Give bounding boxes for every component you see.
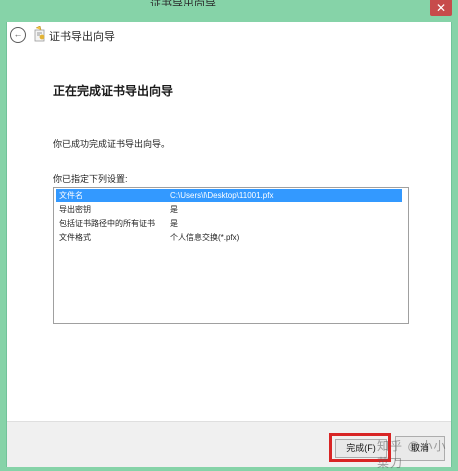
setting-value: 个人信息交换(*.pfx) [170,233,240,242]
wizard-content: 正在完成证书导出向导 你已成功完成证书导出向导。 你已指定下列设置: 文件名 C… [7,48,451,421]
wizard-window: ← 证书导出向导 正在完成证书导出向导 你已成功完成证书导出向导。 你已指定下列… [6,22,452,470]
settings-row-include-chain[interactable]: 包括证书路径中的所有证书 是 [56,217,402,230]
watermark: 知乎 @小小菜刀 [377,439,447,470]
success-message: 你已成功完成证书导出向导。 [53,139,171,149]
wizard-footer: 完成(F) 取消 知乎 @小小菜刀 [7,421,451,470]
settings-row-export-key[interactable]: 导出密钥 是 [56,203,402,216]
settings-row-file-format[interactable]: 文件格式 个人信息交换(*.pfx) [56,231,402,244]
settings-list[interactable]: 文件名 C:\Users\l\Desktop\11001.pfx 导出密钥 是 … [53,187,409,324]
setting-value: C:\Users\l\Desktop\11001.pfx [170,191,274,200]
title-bar: 证书导出向导 ✕ [0,0,458,22]
certificate-wizard-icon [34,26,45,42]
setting-value: 是 [170,205,178,214]
close-button[interactable]: ✕ [430,0,452,16]
wizard-nav-bar: ← 证书导出向导 [7,22,451,48]
setting-key: 包括证书路径中的所有证书 [59,219,155,228]
setting-value: 是 [170,219,178,228]
wizard-title: 证书导出向导 [49,31,115,43]
back-arrow-icon: ← [13,29,23,39]
window-title: 证书导出向导 [150,0,216,6]
setting-key: 文件名 [59,191,83,200]
settings-label: 你已指定下列设置: [53,174,128,184]
close-icon: ✕ [435,1,447,15]
back-button[interactable]: ← [10,27,26,43]
page-heading: 正在完成证书导出向导 [53,84,174,98]
setting-key: 导出密钥 [59,205,91,214]
setting-key: 文件格式 [59,233,91,242]
settings-row-filename[interactable]: 文件名 C:\Users\l\Desktop\11001.pfx [56,189,402,202]
